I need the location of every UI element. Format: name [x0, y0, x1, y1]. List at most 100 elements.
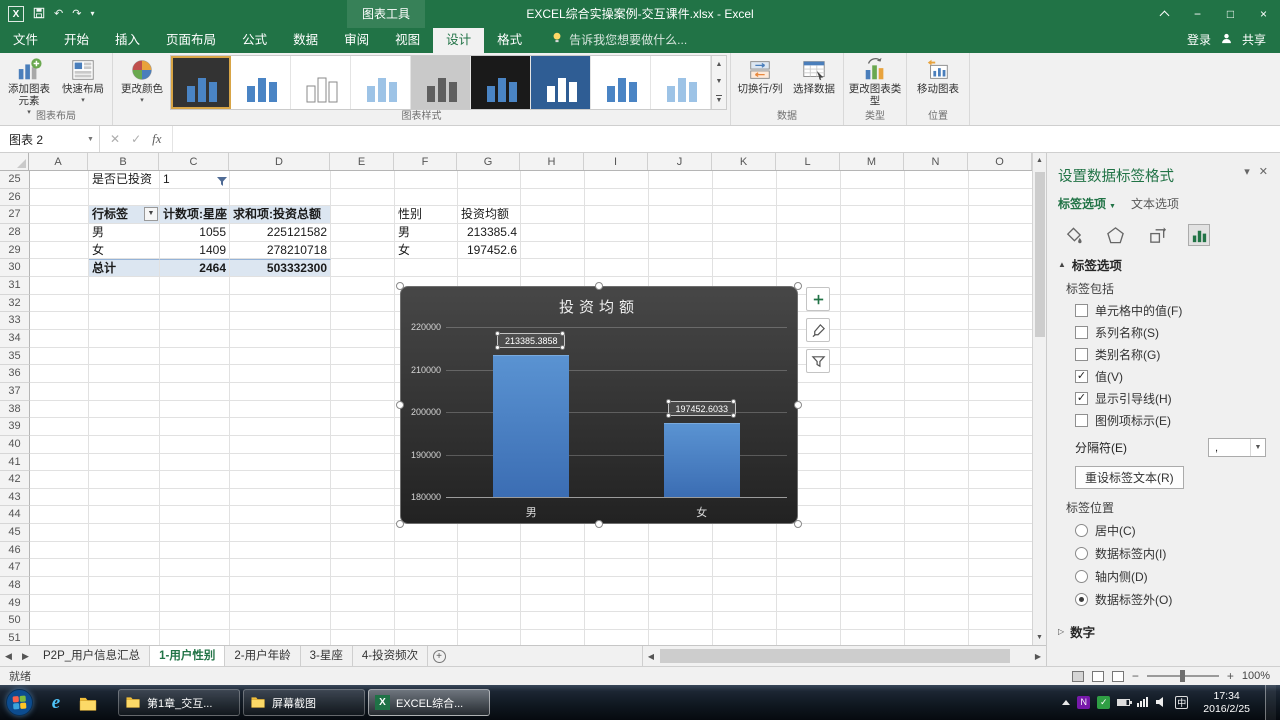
cell-O35[interactable]	[969, 348, 1032, 366]
row-header-49[interactable]: 49	[0, 594, 30, 613]
chart-resize-handle[interactable]	[595, 520, 603, 528]
cell-B41[interactable]	[89, 453, 160, 472]
cell-M41[interactable]	[841, 453, 905, 472]
close-button[interactable]: ×	[1247, 0, 1280, 28]
cell-D29[interactable]: 278210718	[230, 241, 331, 260]
radio-outside-end[interactable]: 数据标签外(O)	[1075, 591, 1268, 608]
cell-C48[interactable]	[160, 577, 230, 595]
chart-object[interactable]: 投资均额 220000 210000 200000 190000 180000 21338…	[400, 286, 798, 524]
row-header-25[interactable]: 25	[0, 171, 30, 189]
cell-O34[interactable]	[969, 330, 1032, 348]
zoom-level[interactable]: 100%	[1242, 670, 1270, 682]
cell-L45[interactable]	[777, 524, 841, 542]
cell-D48[interactable]	[230, 577, 331, 595]
cell-C45[interactable]	[160, 524, 230, 542]
cell-B28[interactable]: 男	[89, 223, 160, 242]
cell-E35[interactable]	[331, 347, 395, 366]
chart-styles-button[interactable]	[806, 318, 830, 342]
normal-view-icon[interactable]	[1071, 670, 1084, 682]
checkbox-value-from-cells[interactable]: 单元格中的值(F)	[1075, 302, 1268, 319]
cell-E49[interactable]	[331, 594, 395, 613]
ribbon-tab-view[interactable]: 视图	[382, 28, 433, 53]
tell-me-box[interactable]: 告诉我您想要做什么...	[551, 28, 687, 53]
start-button[interactable]	[6, 689, 33, 716]
cell-L30[interactable]	[777, 259, 841, 277]
cell-A49[interactable]	[30, 594, 89, 613]
cell-N30[interactable]	[905, 259, 969, 277]
column-header-D[interactable]: D	[229, 153, 330, 170]
add-chart-element-button[interactable]: 添加图表元素 ▾	[3, 55, 55, 116]
windows-explorer-icon[interactable]	[75, 690, 101, 716]
sheet-tab-2[interactable]: 2-用户年龄	[225, 646, 301, 666]
cell-D47[interactable]	[230, 559, 331, 578]
cell-B29[interactable]: 女	[89, 241, 160, 260]
cell-L51[interactable]	[777, 630, 841, 645]
cell-O50[interactable]	[969, 612, 1032, 631]
column-header-F[interactable]: F	[394, 153, 457, 170]
cell-E45[interactable]	[331, 524, 395, 542]
cell-B39[interactable]	[89, 418, 160, 436]
cell-M29[interactable]	[841, 241, 905, 260]
cell-D43[interactable]	[230, 488, 331, 507]
cell-O25[interactable]	[969, 171, 1032, 189]
cell-N27[interactable]	[905, 206, 969, 224]
cell-H29[interactable]	[521, 241, 585, 260]
cell-K49[interactable]	[713, 594, 777, 613]
cell-A28[interactable]	[30, 223, 89, 242]
cell-K26[interactable]	[713, 188, 777, 207]
row-header-32[interactable]: 32	[0, 294, 30, 313]
taskbar-window-0[interactable]: 第1章_交互...	[118, 689, 240, 716]
cell-H47[interactable]	[521, 559, 585, 578]
cell-D32[interactable]	[230, 294, 331, 313]
cell-F28[interactable]: 男	[395, 223, 458, 242]
cell-J46[interactable]	[649, 541, 713, 560]
ribbon-tab-review[interactable]: 审阅	[331, 28, 382, 53]
volume-icon[interactable]	[1156, 696, 1168, 710]
cell-I45[interactable]	[585, 524, 649, 542]
cell-L28[interactable]	[777, 223, 841, 242]
cell-D27[interactable]: 求和项:投资总额	[230, 206, 331, 224]
cell-A29[interactable]	[30, 241, 89, 260]
cell-A41[interactable]	[30, 453, 89, 472]
cell-N48[interactable]	[905, 577, 969, 595]
cell-I25[interactable]	[585, 171, 649, 189]
cell-I46[interactable]	[585, 541, 649, 560]
cell-D44[interactable]	[230, 506, 331, 525]
sign-in-link[interactable]: 登录	[1187, 28, 1211, 53]
cell-G49[interactable]	[458, 594, 521, 613]
cell-J49[interactable]	[649, 594, 713, 613]
cell-B47[interactable]	[89, 559, 160, 578]
cell-A45[interactable]	[30, 524, 89, 542]
redo-icon[interactable]: ↷	[72, 8, 81, 20]
chart-elements-button[interactable]	[806, 287, 830, 311]
row-header-26[interactable]: 26	[0, 188, 30, 207]
cell-D30[interactable]: 503332300	[230, 259, 331, 277]
cell-M30[interactable]	[841, 259, 905, 277]
cell-K30[interactable]	[713, 259, 777, 277]
cell-D38[interactable]	[230, 400, 331, 419]
cell-G26[interactable]	[458, 188, 521, 207]
cell-E47[interactable]	[331, 559, 395, 578]
horizontal-scroll-thumb[interactable]	[660, 649, 1010, 663]
cell-O51[interactable]	[969, 630, 1032, 645]
cell-K28[interactable]	[713, 223, 777, 242]
cell-M51[interactable]	[841, 630, 905, 645]
row-header-44[interactable]: 44	[0, 506, 30, 525]
column-header-I[interactable]: I	[584, 153, 648, 170]
row-header-37[interactable]: 37	[0, 382, 30, 401]
insert-function-icon[interactable]: fx	[152, 131, 161, 147]
cell-M47[interactable]	[841, 559, 905, 578]
cell-A35[interactable]	[30, 347, 89, 366]
cell-A47[interactable]	[30, 559, 89, 578]
cell-B45[interactable]	[89, 524, 160, 542]
checkbox-series-name[interactable]: 系列名称(S)	[1075, 324, 1268, 341]
cell-C41[interactable]	[160, 453, 230, 472]
reset-label-text-button[interactable]: 重设标签文本(R)	[1075, 466, 1184, 489]
cell-F26[interactable]	[395, 188, 458, 207]
cell-E27[interactable]	[331, 206, 395, 224]
cell-F46[interactable]	[395, 541, 458, 560]
cell-L47[interactable]	[777, 559, 841, 578]
cell-O41[interactable]	[969, 454, 1032, 472]
cell-H45[interactable]	[521, 524, 585, 542]
checkbox-box[interactable]	[1075, 348, 1088, 361]
